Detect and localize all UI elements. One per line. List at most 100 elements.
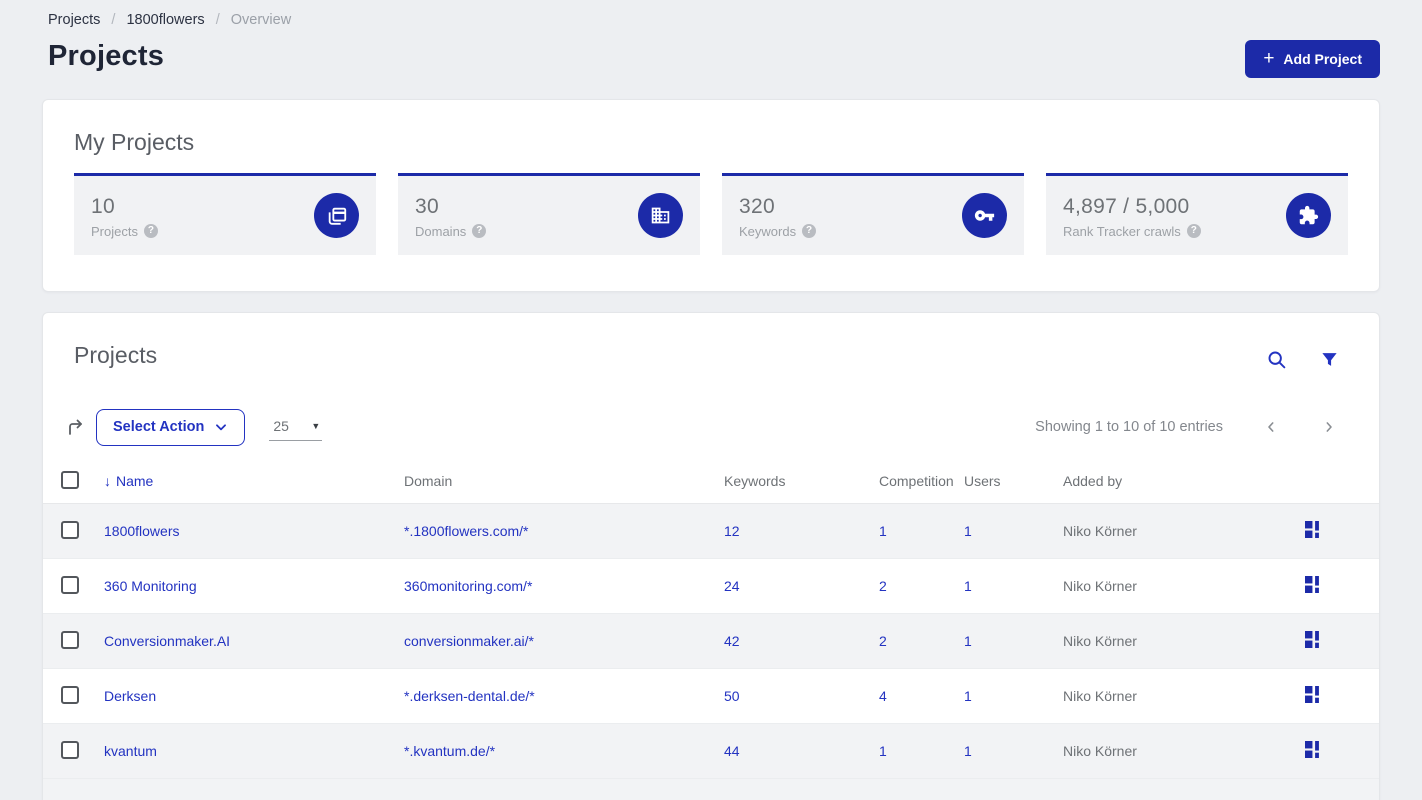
added-by-value: Niko Körner: [1063, 688, 1137, 704]
competition-value[interactable]: 1: [879, 743, 964, 759]
keywords-value[interactable]: 42: [724, 633, 879, 649]
breadcrumb-separator: /: [215, 12, 220, 28]
keywords-label: Keywords: [739, 223, 797, 239]
row-checkbox[interactable]: [61, 520, 79, 539]
project-name-link[interactable]: 1800flowers: [104, 523, 180, 539]
per-page-select[interactable]: 25 ▼: [269, 414, 323, 441]
my-projects-title: My Projects: [74, 129, 195, 155]
projects-page: Projects / 1800flowers / Overview Projec…: [0, 0, 1422, 800]
breadcrumb-overview: Overview: [230, 12, 292, 28]
column-header-domain[interactable]: Domain: [404, 473, 724, 489]
table-toolbar: Select Action 25 ▼ Showing 1 to 10 of 10…: [43, 408, 1379, 446]
keywords-count: 320: [739, 194, 775, 218]
add-project-button[interactable]: + Add Project: [1245, 40, 1380, 78]
dashboard-icon[interactable]: [1305, 741, 1322, 758]
row-checkbox[interactable]: [61, 575, 79, 594]
column-header-users[interactable]: Users: [964, 473, 1063, 489]
added-by-value: Niko Körner: [1063, 578, 1137, 594]
project-domain-link[interactable]: *.1800flowers.com/*: [404, 523, 529, 539]
select-action-dropdown[interactable]: Select Action: [96, 408, 246, 446]
project-name-link[interactable]: kvantum: [104, 743, 157, 759]
competition-value[interactable]: 1: [879, 523, 964, 539]
column-header-added-by[interactable]: Added by: [1063, 473, 1263, 489]
competition-value[interactable]: 2: [879, 633, 964, 649]
added-by-value: Niko Körner: [1063, 523, 1137, 539]
users-value[interactable]: 1: [964, 633, 1063, 649]
project-name-link[interactable]: Conversionmaker.AI: [104, 633, 230, 649]
keywords-value[interactable]: 24: [724, 578, 879, 594]
stats-row: 10 Projects ? 30 Domains ? 320 Keywords …: [74, 173, 1348, 255]
projects-table: ↓ Name Domain Keywords Competition Users…: [43, 459, 1379, 800]
add-project-label: Add Project: [1283, 51, 1362, 67]
table-row: 360 Monitoring 360monitoring.com/* 24 2 …: [43, 559, 1379, 614]
sort-descending-icon: ↓: [104, 473, 111, 489]
table-row: kvantum *.kvantum.de/* 44 1 1 Niko Körne…: [43, 724, 1379, 779]
table-row: Conversionmaker.AI conversionmaker.ai/* …: [43, 614, 1379, 669]
projects-label: Projects: [91, 223, 138, 239]
projects-stack-icon: [314, 193, 359, 238]
dashboard-icon[interactable]: [1305, 686, 1322, 703]
search-icon[interactable]: [1266, 349, 1287, 373]
keywords-value[interactable]: 12: [724, 523, 879, 539]
table-row: 1800flowers *.1800flowers.com/* 12 1 1 N…: [43, 504, 1379, 559]
per-page-value: 25: [273, 417, 289, 434]
previous-page-button[interactable]: [1261, 417, 1281, 437]
added-by-value: Niko Körner: [1063, 633, 1137, 649]
select-all-checkbox[interactable]: [61, 470, 79, 489]
project-name-link[interactable]: Derksen: [104, 688, 156, 704]
stat-tile-rank-tracker: 4,897 / 5,000 Rank Tracker crawls ?: [1046, 173, 1348, 255]
users-value[interactable]: 1: [964, 523, 1063, 539]
table-header-row: ↓ Name Domain Keywords Competition Users…: [43, 459, 1379, 504]
breadcrumb-separator: /: [111, 12, 116, 28]
help-icon[interactable]: ?: [143, 224, 158, 238]
next-page-button[interactable]: [1319, 417, 1339, 437]
table-row: Derksen *.derksen-dental.de/* 50 4 1 Nik…: [43, 669, 1379, 724]
project-domain-link[interactable]: *.kvantum.de/*: [404, 743, 495, 759]
puzzle-icon: [1286, 193, 1331, 238]
competition-value[interactable]: 2: [879, 578, 964, 594]
dashboard-icon[interactable]: [1305, 631, 1322, 648]
filter-icon[interactable]: [1320, 349, 1339, 373]
project-domain-link[interactable]: conversionmaker.ai/*: [404, 633, 534, 649]
key-icon: [962, 193, 1007, 238]
keywords-value[interactable]: 44: [724, 743, 879, 759]
stat-tile-keywords: 320 Keywords ?: [722, 173, 1024, 255]
column-header-competition[interactable]: Competition: [879, 473, 964, 489]
export-arrow-icon[interactable]: [66, 417, 86, 437]
keywords-value[interactable]: 50: [724, 688, 879, 704]
stat-tile-projects: 10 Projects ?: [74, 173, 376, 255]
projects-table-card: Projects Select Action 25 ▼ Showing 1 to…: [42, 312, 1380, 800]
domains-label: Domains: [415, 223, 467, 239]
column-header-name[interactable]: ↓ Name: [104, 473, 404, 489]
project-name-link[interactable]: 360 Monitoring: [104, 578, 197, 594]
row-checkbox[interactable]: [61, 685, 79, 704]
dashboard-icon[interactable]: [1305, 576, 1322, 593]
select-action-label: Select Action: [113, 419, 205, 435]
entries-summary: Showing 1 to 10 of 10 entries: [1035, 419, 1223, 435]
help-icon[interactable]: ?: [472, 224, 487, 238]
breadcrumb-projects[interactable]: Projects: [48, 12, 100, 28]
users-value[interactable]: 1: [964, 688, 1063, 704]
help-icon[interactable]: ?: [802, 224, 817, 238]
chevron-down-icon: [216, 424, 227, 431]
row-checkbox[interactable]: [61, 740, 79, 759]
caret-down-icon: ▼: [311, 420, 321, 431]
breadcrumb-1800flowers[interactable]: 1800flowers: [126, 12, 204, 28]
domains-count: 30: [415, 194, 439, 218]
my-projects-card: My Projects 10 Projects ? 30 Domains ? 3…: [42, 99, 1380, 292]
rank-tracker-count: 4,897 / 5,000: [1063, 194, 1190, 218]
projects-table-title: Projects: [74, 342, 158, 368]
help-icon[interactable]: ?: [1186, 224, 1201, 238]
table-row-partial: [43, 779, 1379, 800]
competition-value[interactable]: 4: [879, 688, 964, 704]
project-domain-link[interactable]: *.derksen-dental.de/*: [404, 688, 535, 704]
dashboard-icon[interactable]: [1305, 521, 1322, 538]
users-value[interactable]: 1: [964, 743, 1063, 759]
project-domain-link[interactable]: 360monitoring.com/*: [404, 578, 532, 594]
row-checkbox[interactable]: [61, 630, 79, 649]
users-value[interactable]: 1: [964, 578, 1063, 594]
stat-tile-domains: 30 Domains ?: [398, 173, 700, 255]
rank-tracker-label: Rank Tracker crawls: [1063, 223, 1181, 239]
plus-icon: +: [1263, 48, 1275, 69]
column-header-keywords[interactable]: Keywords: [724, 473, 879, 489]
